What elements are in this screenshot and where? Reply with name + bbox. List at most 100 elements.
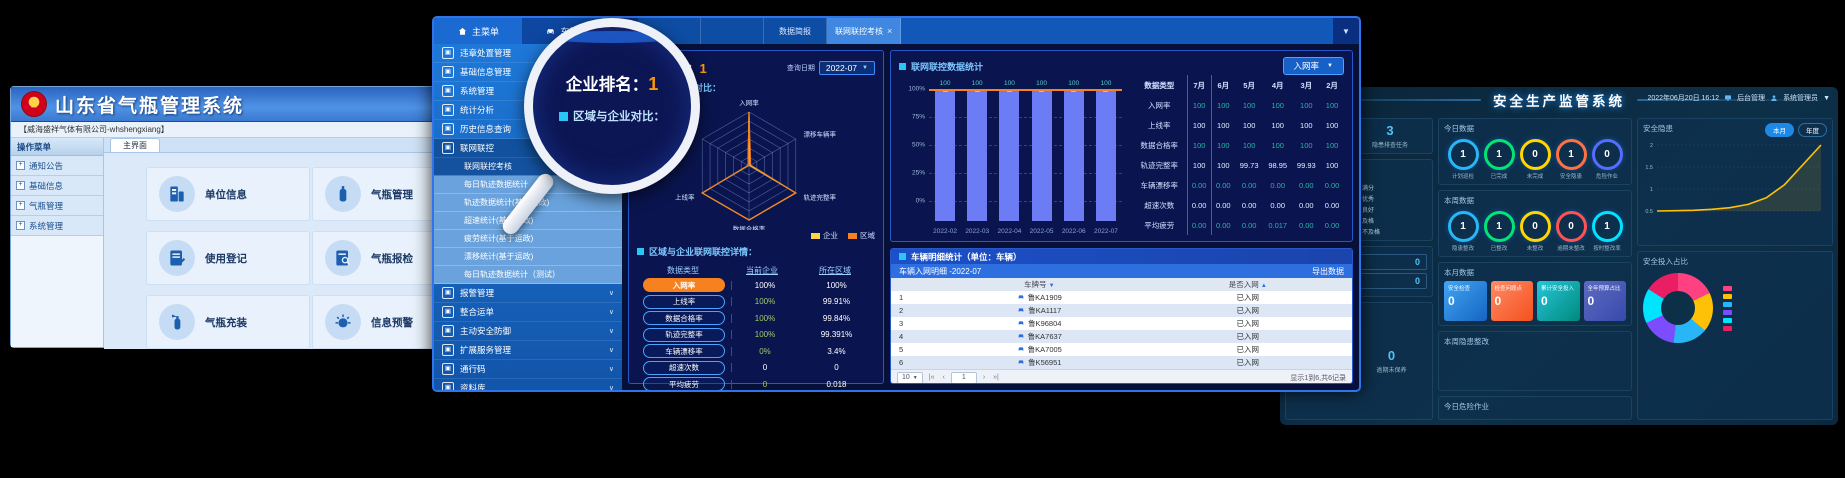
role-dropdown[interactable]: 系统管理员: [1783, 93, 1818, 103]
hazard-month-button[interactable]: 本月: [1765, 123, 1794, 137]
ring-circle: 1: [1556, 139, 1587, 170]
legend-item-区域: 区域: [848, 230, 875, 241]
bar-group: 100: [1090, 89, 1122, 221]
radar-legend: 企业区域: [637, 230, 875, 241]
metric-pill-超速次数[interactable]: 超速次数: [643, 361, 725, 375]
vehicle-plate: 鲁KA7637: [935, 331, 1144, 342]
table-row-vehicle[interactable]: 3鲁K96804已入网: [891, 317, 1352, 330]
sidebar-item-系统管理[interactable]: +系统管理: [11, 216, 103, 236]
national-emblem-icon: ★: [21, 91, 47, 117]
page-number-input[interactable]: 1: [951, 372, 977, 384]
ring-label: 未整改: [1518, 244, 1552, 252]
region-value: 3.4%: [798, 347, 875, 356]
tab-数据简报[interactable]: 数据简报: [764, 18, 827, 44]
sidebar-item-资料库[interactable]: ▣资料库∨: [434, 379, 622, 390]
sort-desc-icon[interactable]: ▼: [1049, 283, 1055, 289]
legend-swatch: [1723, 318, 1732, 323]
sidebar-subitem-漂移统计(基于运政)[interactable]: 漂移统计(基于运政): [434, 248, 622, 266]
page-size-select[interactable]: 10▼: [897, 372, 923, 384]
chevron-down-icon: ▼: [1327, 63, 1333, 69]
table-row-vehicle[interactable]: 1鲁KA1909已入网: [891, 291, 1352, 304]
month-cell: 100: [1292, 115, 1321, 135]
sidebar-item-气瓶管理[interactable]: +气瓶管理: [11, 196, 103, 216]
sidebar-subitem-疲劳统计(基于运政)[interactable]: 疲劳统计(基于运政): [434, 230, 622, 248]
sidebar-item-主动安全防御[interactable]: ▣主动安全防御∨: [434, 322, 622, 341]
metric-select[interactable]: 入网率▼: [1283, 57, 1344, 75]
export-data-button[interactable]: 导出数据: [1312, 266, 1344, 277]
close-icon[interactable]: ×: [887, 26, 892, 36]
first-page-button[interactable]: |«: [927, 374, 937, 381]
vehicle-plate: 鲁KA7005: [935, 344, 1144, 355]
month-cell: 0.00: [1187, 175, 1211, 195]
month-col-header: 6月: [1211, 75, 1235, 95]
vehicle-icon: [1017, 319, 1025, 329]
magnifier-overlay: 企业排名：1 区域与企业对比：: [524, 18, 700, 194]
ring-label: 按时整改率: [1590, 244, 1624, 252]
nav-card-使用登记[interactable]: 使用登记: [146, 231, 310, 285]
compare-row-轨迹完整率: 轨迹完整率100%99.391%: [637, 327, 875, 344]
sidebar-item-通行码[interactable]: ▣通行码∨: [434, 360, 622, 379]
svg-text:0.5: 0.5: [1645, 209, 1653, 215]
month-cell: 100: [1187, 135, 1211, 155]
bars-plot: 100100100100100100: [929, 89, 1122, 221]
query-date-select[interactable]: 2022-07▼: [819, 61, 875, 75]
vehicle-detail-panel: 车辆明细统计（单位：车辆） 车辆入网明细 -2022-07 导出数据 车牌号 ▼…: [890, 248, 1353, 384]
gas-sidebar: 操作菜单 +通知公告+基础信息+气瓶管理+系统管理: [11, 138, 104, 347]
tab-联网联控考核[interactable]: 联网联控考核×: [827, 18, 901, 44]
table-row-vehicle[interactable]: 2鲁KA1117已入网: [891, 304, 1352, 317]
y-axis-tick: 25%: [899, 170, 925, 177]
admin-link[interactable]: 后台管理: [1737, 93, 1765, 103]
sidebar-item-报警管理[interactable]: ▣报警管理∨: [434, 284, 622, 303]
sort-asc-icon[interactable]: ▲: [1261, 283, 1267, 289]
sidebar-item-label: 通行码: [460, 363, 609, 375]
sidebar-subitem-每日轨迹数据统计（测试）[interactable]: 每日轨迹数据统计（测试）: [434, 266, 622, 284]
metric-pill-入网率[interactable]: 入网率: [643, 278, 725, 292]
table-row-vehicle[interactable]: 5鲁KA7005已入网: [891, 343, 1352, 356]
company-value: 100%: [731, 297, 798, 306]
sidebar-item-label: 扩展服务管理: [460, 344, 609, 356]
legend-item: [1723, 294, 1735, 299]
x-axis-tick: 2022-07: [1090, 228, 1122, 235]
month-row-label: 数据合格率: [1132, 135, 1187, 155]
ring-label: 计划巡检: [1446, 172, 1480, 180]
folder-icon: ▣: [442, 66, 454, 78]
sidebar-item-通知公告[interactable]: +通知公告: [11, 156, 103, 176]
last-page-button[interactable]: »|: [991, 374, 1001, 381]
prev-page-button[interactable]: ‹: [940, 374, 946, 381]
metric-pill-轨迹完整率[interactable]: 轨迹完整率: [643, 328, 725, 342]
tab-main-screen[interactable]: 主界面: [110, 138, 160, 152]
nav-card-单位信息[interactable]: 单位信息: [146, 167, 310, 221]
stat-card-累计安全投入: 累计安全投入0: [1537, 281, 1580, 321]
stat-card-label: 检查问题点: [1495, 284, 1530, 292]
sidebar-item-基础信息[interactable]: +基础信息: [11, 176, 103, 196]
sidebar-item-扩展服务管理[interactable]: ▣扩展服务管理∨: [434, 341, 622, 360]
metric-pill-平均疲劳[interactable]: 平均疲劳: [643, 377, 725, 391]
ring-stat-按时整改率: 1按时整改率: [1590, 211, 1624, 252]
row-number: 5: [891, 345, 935, 354]
next-page-button[interactable]: ›: [981, 374, 987, 381]
chevron-down-icon[interactable]: ▼: [1823, 95, 1830, 102]
monthly-stats-panel: 联网联控数据统计 入网率▼ 100%75%50%25%0%10010010010…: [890, 50, 1353, 242]
metric-pill-数据合格率[interactable]: 数据合格率: [643, 311, 725, 325]
network-status: 已入网: [1144, 344, 1353, 355]
table-row-vehicle[interactable]: 6鲁K56951已入网: [891, 356, 1352, 369]
month-cell: 0.00: [1235, 215, 1264, 235]
metric-pill-上线率[interactable]: 上线率: [643, 295, 725, 309]
y-axis-tick: 0%: [899, 198, 925, 205]
month-col-header: 数据类型: [1132, 75, 1187, 95]
table-row-vehicle[interactable]: 4鲁KA7637已入网: [891, 330, 1352, 343]
company-value: 100%: [731, 281, 798, 290]
legend-swatch: [1723, 286, 1732, 291]
chevron-down-icon[interactable]: ▼: [1333, 18, 1359, 44]
magnified-subtitle: 区域与企业对比：: [533, 108, 691, 124]
tab-hidden[interactable]: [701, 18, 764, 44]
chevron-down-icon: ∨: [609, 384, 614, 390]
sidebar-item-整合运单[interactable]: ▣整合运单∨: [434, 303, 622, 322]
ring-label: 已整改: [1482, 244, 1516, 252]
month-cell: 100: [1235, 95, 1264, 115]
month-cell: 98.95: [1263, 155, 1292, 175]
hazard-year-button[interactable]: 年度: [1798, 123, 1827, 137]
main-menu-button[interactable]: 主菜单: [434, 18, 522, 44]
metric-pill-车辆漂移率[interactable]: 车辆漂移率: [643, 344, 725, 358]
nav-card-气瓶充装[interactable]: 气瓶充装: [146, 295, 310, 349]
